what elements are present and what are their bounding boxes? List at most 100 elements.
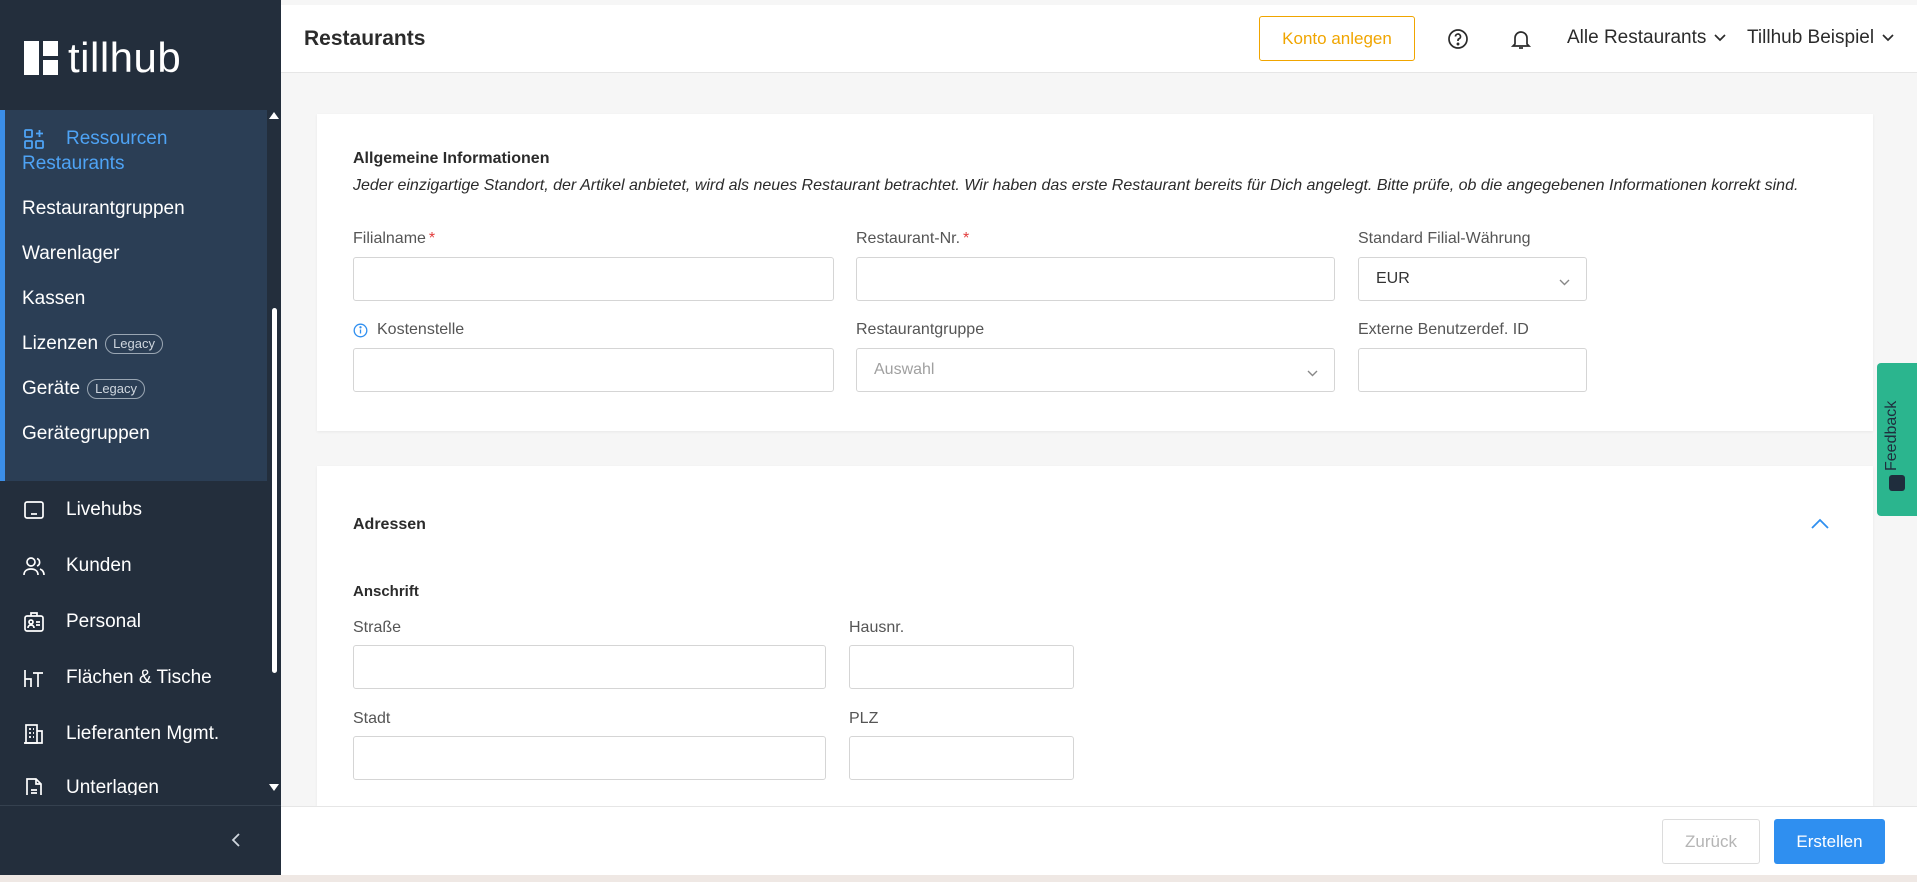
sidebar-item-livehubs[interactable]: Livehubs [22, 495, 142, 525]
sidebar-item-label: Unterlagen [66, 777, 159, 795]
sidebar-nav: Ressourcen Restaurants Restaurantgruppen… [0, 110, 281, 795]
house-number-input[interactable] [849, 645, 1074, 689]
back-button[interactable]: Zurück [1662, 819, 1760, 864]
sidebar-sub-geraete[interactable]: Geräte Legacy [22, 374, 146, 404]
sidebar-footer [0, 805, 281, 875]
zip-input[interactable] [849, 736, 1074, 780]
city-label: Stadt [353, 710, 391, 727]
konto-anlegen-button[interactable]: Konto anlegen [1259, 16, 1415, 61]
city-input[interactable] [353, 736, 826, 780]
chevron-down-icon [1559, 273, 1570, 291]
sidebar-sub-label: Warenlager [22, 243, 120, 264]
sidebar-item-personal[interactable]: Personal [22, 607, 141, 637]
sidebar-sub-restaurants[interactable]: Restaurants [22, 149, 124, 179]
sidebar-item-kunden[interactable]: Kunden [22, 551, 132, 581]
collapse-chevron-up-icon[interactable] [1811, 516, 1831, 536]
account-name-label: Tillhub Beispiel [1747, 27, 1875, 48]
action-bar: Zurück Erstellen [281, 806, 1917, 875]
users-icon [22, 554, 46, 578]
feedback-tab[interactable]: Feedback [1877, 363, 1917, 516]
filialname-input[interactable] [353, 257, 834, 301]
sidebar: tillhub Ressourcen Restaurants Restauran… [0, 0, 281, 875]
addresses-title: Adressen [353, 516, 426, 533]
currency-value: EUR [1376, 270, 1410, 287]
sidebar-item-flaechen[interactable]: Flächen & Tische [22, 663, 212, 693]
currency-label: Standard Filial-Währung [1358, 230, 1531, 247]
sidebar-sub-label: Restaurantgruppen [22, 198, 185, 219]
id-badge-icon [22, 610, 46, 634]
chevron-down-icon [1714, 34, 1727, 42]
zip-label: PLZ [849, 710, 879, 727]
label-text: Filialname [353, 230, 426, 247]
restaurant-filter-label: Alle Restaurants [1567, 27, 1707, 48]
sidebar-sub-label: Lizenzen [22, 333, 99, 354]
sidebar-item-label: Flächen & Tische [66, 667, 212, 688]
tablet-icon [22, 498, 46, 522]
sidebar-item-label: Personal [66, 611, 141, 632]
kostenstelle-input[interactable] [353, 348, 834, 392]
sidebar-sub-label: Kassen [22, 288, 86, 309]
street-input[interactable] [353, 645, 826, 689]
anschrift-subtitle: Anschrift [353, 583, 419, 600]
tillhub-logo[interactable]: tillhub [24, 34, 182, 81]
sidebar-item-label: Lieferanten Mgmt. [66, 723, 220, 744]
required-mark: * [428, 230, 436, 247]
restaurantgruppe-placeholder: Auswahl [874, 361, 935, 378]
chevron-down-icon [1307, 364, 1318, 382]
top-bar: Restaurants Konto anlegen Alle Restauran… [281, 5, 1917, 73]
external-id-input[interactable] [1358, 348, 1587, 392]
sidebar-sub-restaurantgruppen[interactable]: Restaurantgruppen [22, 194, 185, 224]
scroll-up-arrow-icon[interactable] [269, 112, 279, 119]
restaurantgruppe-label: Restaurantgruppe [856, 321, 985, 338]
house-number-label: Hausnr. [849, 619, 905, 636]
sidebar-sub-warenlager[interactable]: Warenlager [22, 239, 120, 269]
info-icon[interactable] [353, 323, 368, 338]
sidebar-sub-lizenzen[interactable]: Lizenzen Legacy [22, 329, 163, 359]
sidebar-item-label: Livehubs [66, 499, 143, 520]
legacy-badge: Legacy [87, 379, 146, 399]
addresses-card: Adressen Anschrift Straße Hausnr. Stadt … [317, 466, 1873, 806]
scroll-down-arrow-icon[interactable] [269, 784, 279, 791]
page-title: Restaurants [304, 27, 426, 50]
building-icon [22, 722, 46, 746]
label-text: Restaurant-Nr. [856, 230, 961, 247]
filialname-label: Filialname * [353, 230, 435, 248]
feedback-icon [1889, 475, 1905, 491]
legacy-badge: Legacy [105, 334, 163, 354]
feedback-label: Feedback [1883, 400, 1900, 471]
general-info-title: Allgemeine Informationen [353, 150, 550, 167]
label-text: Kostenstelle [377, 321, 465, 338]
bell-icon[interactable] [1509, 27, 1533, 51]
sidebar-sub-label: Restaurants [22, 153, 125, 174]
restaurantgruppe-select[interactable]: Auswahl [856, 348, 1335, 392]
taskbar-strip [0, 875, 1917, 882]
restaurant-nr-label: Restaurant-Nr. * [856, 230, 969, 248]
general-info-description: Jeder einzigartige Standort, der Artikel… [353, 177, 1799, 194]
sidebar-item-label: Ressourcen [66, 128, 168, 149]
general-info-card: Allgemeine Informationen Jeder einzigart… [317, 114, 1873, 431]
resources-icon [22, 127, 46, 151]
sidebar-item-lieferanten[interactable]: Lieferanten Mgmt. [22, 719, 219, 749]
logo-mark-icon [24, 41, 58, 75]
restaurant-nr-input[interactable] [856, 257, 1335, 301]
create-button[interactable]: Erstellen [1774, 819, 1885, 864]
sidebar-sub-geraetegruppen[interactable]: Gerätegruppen [22, 419, 150, 449]
collapse-sidebar-icon[interactable] [226, 828, 246, 852]
sidebar-item-label: Kunden [66, 555, 132, 576]
sidebar-scrollbar[interactable] [272, 308, 277, 673]
sidebar-sub-kassen[interactable]: Kassen [22, 284, 85, 314]
document-icon [22, 776, 46, 795]
account-dropdown[interactable]: Tillhub Beispiel [1747, 27, 1894, 49]
sidebar-item-unterlagen[interactable]: Unterlagen [22, 773, 159, 795]
help-icon[interactable] [1446, 27, 1470, 51]
sidebar-sub-label: Gerätegruppen [22, 423, 150, 444]
required-mark: * [963, 230, 970, 247]
restaurant-filter-dropdown[interactable]: Alle Restaurants [1567, 27, 1727, 49]
kostenstelle-label: Kostenstelle [353, 321, 464, 339]
external-id-label: Externe Benutzerdef. ID [1358, 321, 1529, 338]
currency-select[interactable]: EUR [1358, 257, 1587, 301]
street-label: Straße [353, 619, 402, 636]
chevron-down-icon [1882, 34, 1894, 42]
table-chair-icon [22, 666, 46, 690]
logo-text: tillhub [68, 34, 182, 81]
